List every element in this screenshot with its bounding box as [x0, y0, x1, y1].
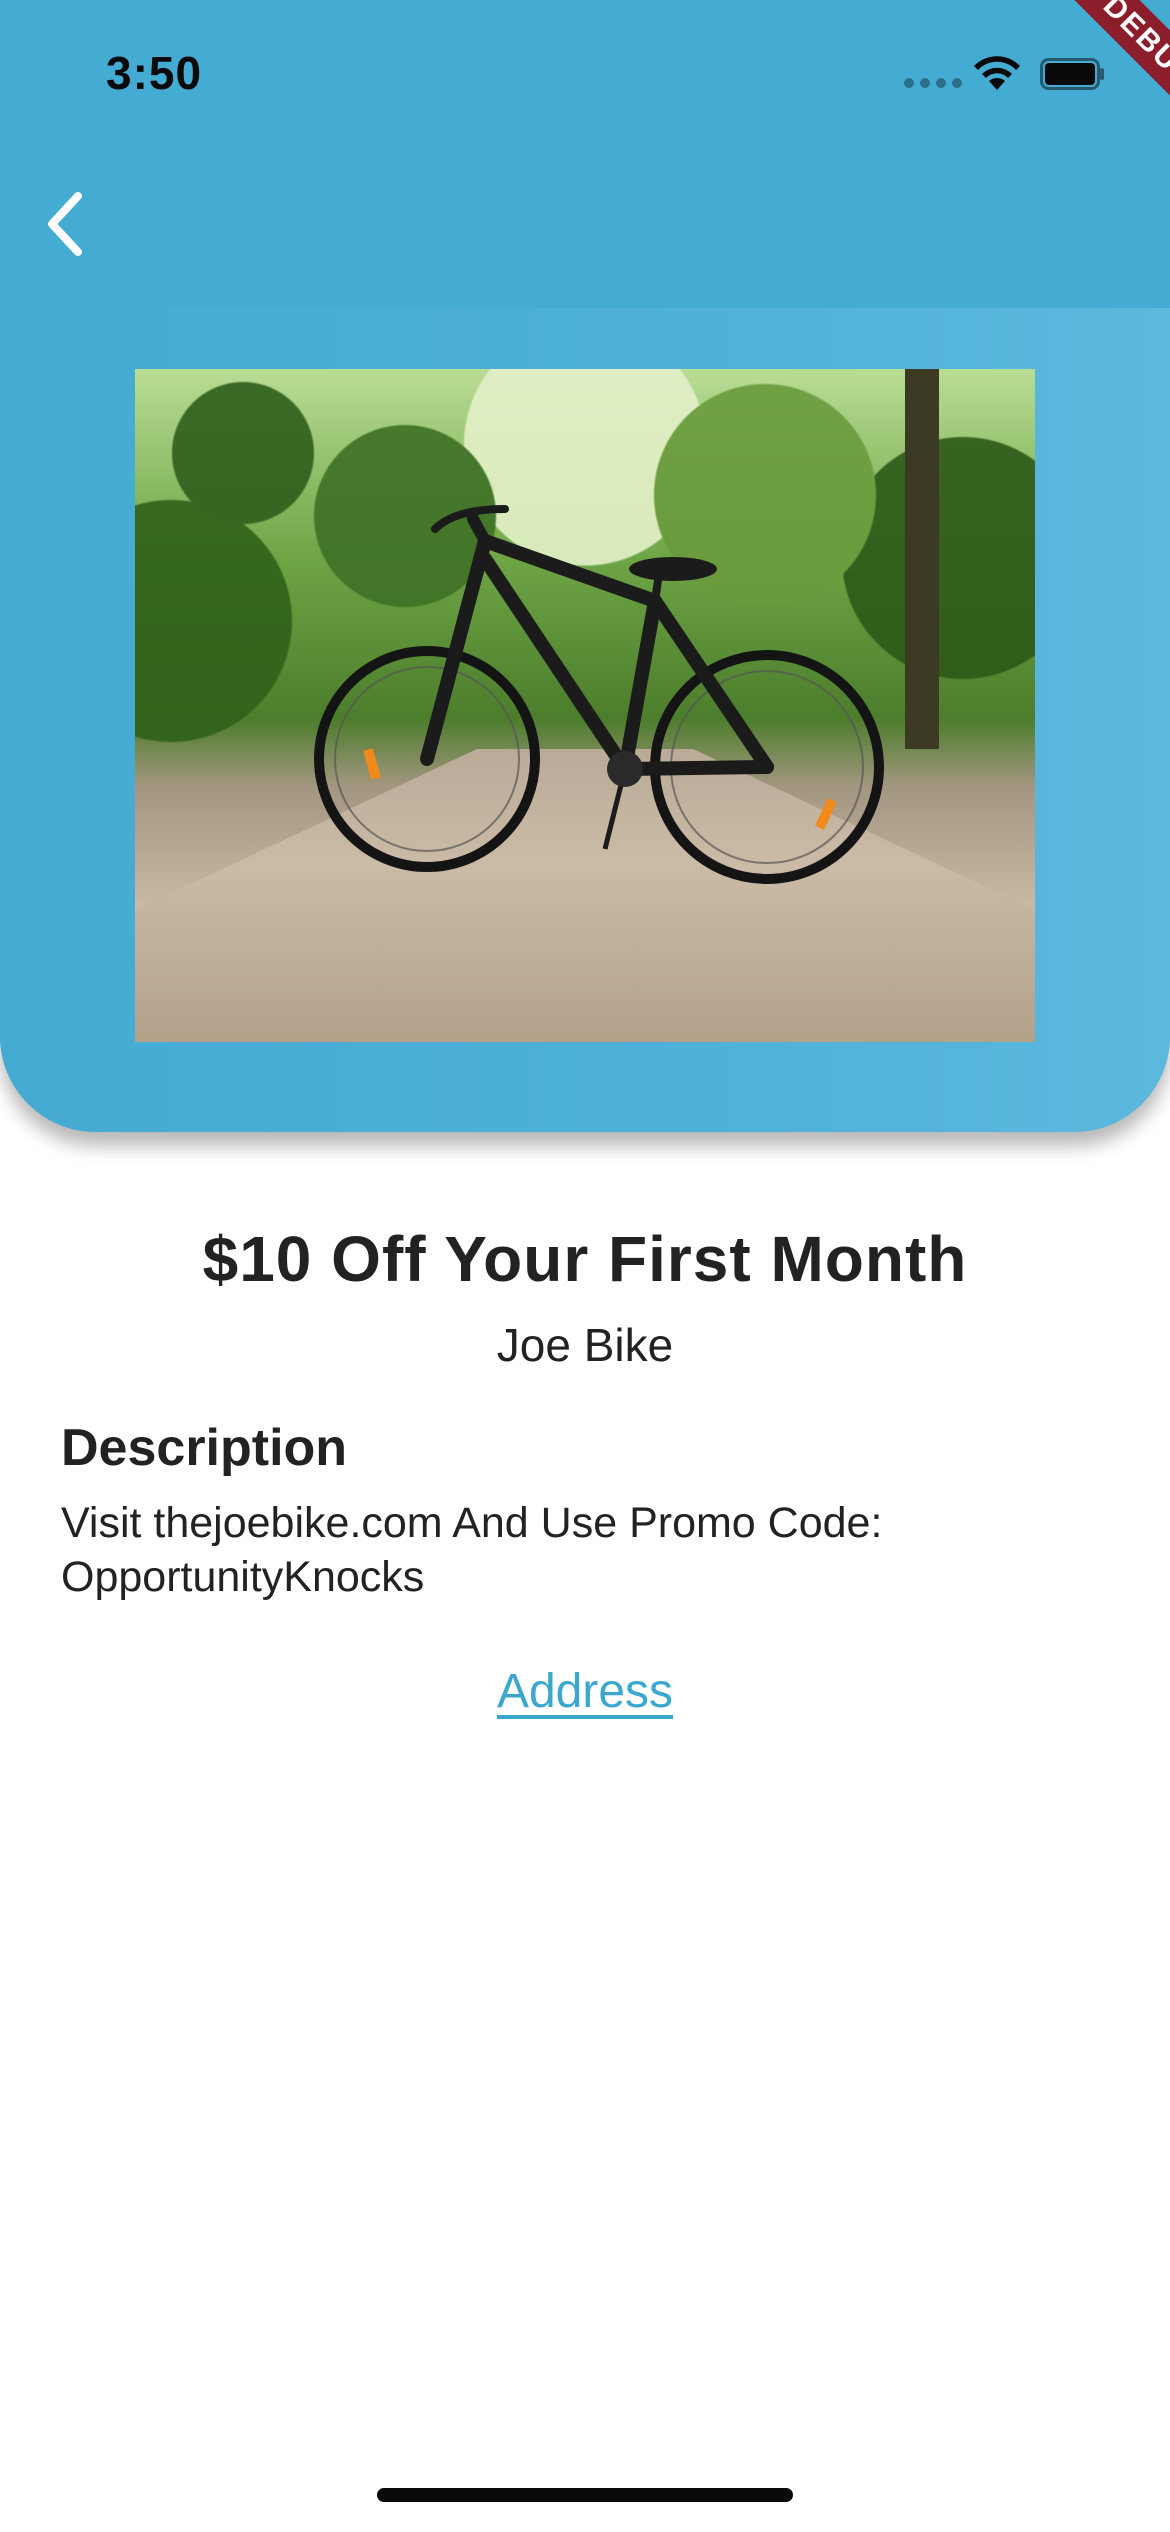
- home-indicator[interactable]: [377, 2488, 793, 2502]
- battery-icon: [1040, 58, 1104, 90]
- description-promo-code: OpportunityKnocks: [61, 1553, 425, 1601]
- address-link-row: Address: [0, 1664, 1170, 1719]
- merchant-name: Joe Bike: [496, 1319, 674, 1371]
- header-hero: 3:50 DEBUG: [0, 0, 1170, 1132]
- offer-detail-screen: 3:50 DEBUG $10 Off Your First Month Joe …: [0, 0, 1170, 2532]
- offer-image: [135, 369, 1035, 1042]
- cellular-signal-icon: [904, 78, 962, 88]
- status-time: 3:50: [106, 47, 203, 99]
- bicycle-illustration: [314, 505, 884, 884]
- back-button[interactable]: [36, 186, 96, 262]
- description-heading: Description: [61, 1419, 348, 1477]
- offer-title: $10 Off Your First Month: [202, 1223, 968, 1295]
- description-text: Visit thejoebike.com And Use Promo Code:…: [61, 1496, 1101, 1604]
- status-bar: 3:50 DEBUG: [0, 0, 1170, 166]
- wifi-icon: [974, 56, 1020, 90]
- address-link[interactable]: Address: [497, 1665, 673, 1718]
- description-line: Visit thejoebike.com And Use Promo Code:: [61, 1499, 883, 1547]
